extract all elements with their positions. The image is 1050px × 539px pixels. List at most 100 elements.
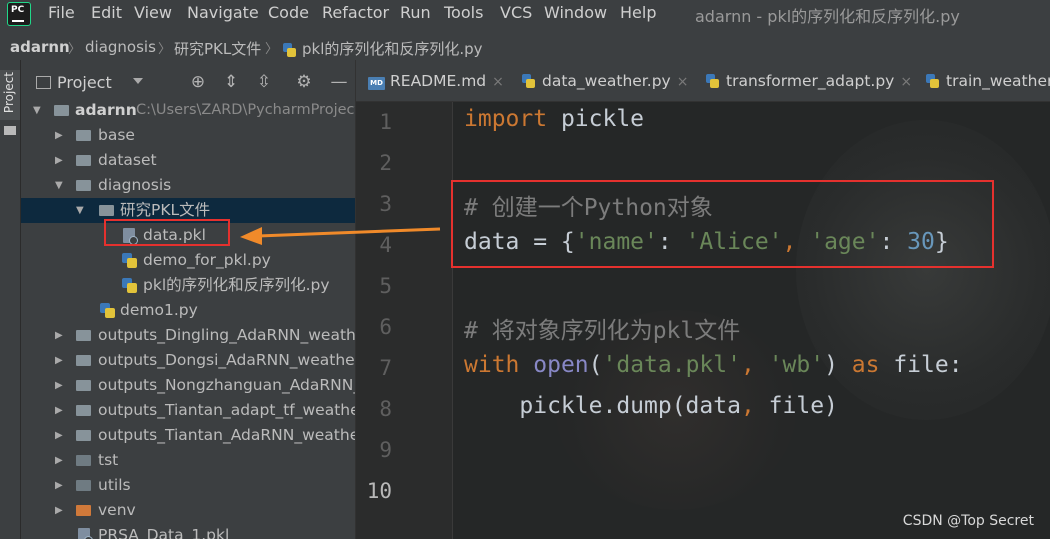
python-file-icon (522, 74, 535, 88)
code-token: , (740, 393, 769, 419)
breadcrumb-item-file[interactable]: pkl的序列化和反序列化.py (302, 38, 483, 59)
chevron-down-icon[interactable]: ▼ (55, 173, 63, 198)
chevron-right-icon[interactable]: ▶ (55, 473, 63, 498)
tab-train-weather[interactable]: train_weather. (926, 72, 1050, 90)
collapse-all-icon[interactable]: ⇳ (255, 72, 273, 92)
line-number: 1 (379, 110, 392, 134)
chevron-right-icon[interactable]: ▶ (55, 423, 63, 448)
chevron-right-icon[interactable]: ▶ (55, 348, 63, 373)
menu-code[interactable]: Code (268, 3, 309, 22)
tree-item-dataset[interactable]: ▶ dataset (21, 148, 355, 173)
menu-navigate[interactable]: Navigate (187, 3, 259, 22)
tree-item-utils[interactable]: ▶ utils (21, 473, 355, 498)
tree-item-tst[interactable]: ▶ tst (21, 448, 355, 473)
chevron-down-icon[interactable]: ▼ (33, 98, 41, 123)
tree-item-outputs-dongsi[interactable]: ▶ outputs_Dongsi_AdaRNN_weather_ (21, 348, 355, 373)
code-line-7[interactable]: with open('data.pkl', 'wb') as file: (464, 352, 963, 378)
breadcrumb-item-diagnosis[interactable]: diagnosis (85, 38, 156, 56)
window-title: adarnn - pkl的序列化和反序列化.py (695, 7, 960, 26)
menu-help[interactable]: Help (620, 3, 656, 22)
folder-icon (76, 330, 91, 341)
tree-item-adarnn[interactable]: ▼ adarnn C:\Users\ZARD\PycharmProjects (21, 98, 355, 123)
python-file-icon (122, 278, 137, 293)
tree-item-diagnosis[interactable]: ▼ diagnosis (21, 173, 355, 198)
breadcrumb: adarnn 〉 diagnosis 〉 研究PKL文件 〉 pkl的序列化和反… (0, 36, 1050, 61)
menu-refactor[interactable]: Refactor (322, 3, 389, 22)
close-icon[interactable]: × (677, 74, 689, 90)
tree-item-outputs-dingling[interactable]: ▶ outputs_Dingling_AdaRNN_weather (21, 323, 355, 348)
excluded-folder-icon (76, 505, 91, 516)
folder-icon (99, 205, 114, 216)
tree-label: pkl的序列化和反序列化.py (143, 276, 330, 294)
python-file-icon (122, 253, 137, 268)
locate-file-icon[interactable]: ⊕ (189, 72, 207, 92)
tree-label: utils (98, 476, 131, 494)
chevron-right-icon[interactable]: ▶ (55, 398, 63, 423)
close-icon[interactable]: × (900, 74, 912, 90)
tab-transformer-adapt[interactable]: transformer_adapt.py × (706, 72, 912, 90)
line-number-current: 10 (366, 479, 392, 503)
tree-item-base[interactable]: ▶ base (21, 123, 355, 148)
python-file-icon (283, 43, 296, 57)
expand-all-icon[interactable]: ⇕ (222, 72, 240, 92)
folder-icon (76, 130, 91, 141)
chevron-right-icon[interactable]: ▶ (55, 448, 63, 473)
code-token: as (851, 352, 880, 378)
chevron-right-icon[interactable]: ▶ (55, 373, 63, 398)
tree-item-demo-for-pkl[interactable]: demo_for_pkl.py (21, 248, 355, 273)
tree-label: adarnn (75, 101, 137, 119)
chevron-right-icon[interactable]: ▶ (55, 123, 63, 148)
folder-icon (4, 126, 16, 135)
chevron-down-icon[interactable] (133, 78, 143, 84)
folder-icon (76, 455, 91, 466)
code-token: ) (824, 352, 852, 378)
menu-edit[interactable]: Edit (91, 3, 122, 22)
chevron-right-icon[interactable]: ▶ (55, 498, 63, 523)
tree-item-outputs-tiantan-adapt[interactable]: ▶ outputs_Tiantan_adapt_tf_weather_ (21, 398, 355, 423)
tree-item-prsa-data[interactable]: PRSA_Data_1.pkl (21, 523, 355, 539)
folder-icon (76, 380, 91, 391)
code-token: pickle (547, 106, 645, 132)
gear-icon[interactable]: ⚙ (295, 72, 313, 92)
code-token: 'wb' (768, 352, 825, 378)
tree-label: outputs_Dingling_AdaRNN_weather (98, 326, 356, 344)
python-file-icon (706, 74, 719, 88)
code-line-8[interactable]: pickle.dump(data, file) (464, 393, 838, 419)
menu-window[interactable]: Window (544, 3, 607, 22)
chevron-down-icon[interactable]: ▼ (76, 198, 84, 223)
tree-item-pkl-serialization[interactable]: pkl的序列化和反序列化.py (21, 273, 355, 298)
tree-item-outputs-tiantan-adarnn[interactable]: ▶ outputs_Tiantan_AdaRNN_weather_ (21, 423, 355, 448)
pkl-file-icon (78, 528, 93, 539)
breadcrumb-item-adarnn[interactable]: adarnn (10, 38, 70, 56)
code-line-6[interactable]: # 将对象序列化为pkl文件 (464, 311, 740, 345)
python-file-icon (100, 303, 115, 318)
code-line-1[interactable]: import pickle (464, 106, 644, 132)
menu-run[interactable]: Run (400, 3, 431, 22)
menu-view[interactable]: View (134, 3, 172, 22)
code-token: with (464, 352, 520, 378)
menu-file[interactable]: File (48, 3, 75, 22)
tree-label: demo1.py (120, 301, 198, 319)
tree-label: dataset (98, 151, 157, 169)
tree-item-venv[interactable]: ▶ venv (21, 498, 355, 523)
tree-item-outputs-nongzhanguan[interactable]: ▶ outputs_Nongzhanguan_AdaRNN_w (21, 373, 355, 398)
chevron-right-icon[interactable]: ▶ (55, 148, 63, 173)
menu-tools[interactable]: Tools (444, 3, 483, 22)
tab-readme[interactable]: MD README.md × (368, 72, 504, 91)
close-icon[interactable]: × (492, 74, 504, 90)
hide-panel-icon[interactable]: — (330, 72, 348, 92)
project-view-selector[interactable]: Project (36, 73, 112, 92)
tab-data-weather[interactable]: data_weather.py × (522, 72, 688, 90)
line-number: 6 (379, 315, 392, 339)
breadcrumb-item-folder[interactable]: 研究PKL文件 (174, 38, 261, 59)
line-number: 9 (379, 438, 392, 462)
menu-vcs[interactable]: VCS (500, 3, 532, 22)
tree-item-demo1[interactable]: demo1.py (21, 298, 355, 323)
window-icon (36, 76, 51, 89)
chevron-right-icon[interactable]: ▶ (55, 323, 63, 348)
tree-label: outputs_Nongzhanguan_AdaRNN_w (98, 376, 356, 394)
project-tool-window-button[interactable]: Project (0, 70, 20, 120)
code-token: ( (588, 352, 603, 378)
folder-icon (76, 355, 91, 366)
project-tool-label: Project (2, 72, 16, 114)
